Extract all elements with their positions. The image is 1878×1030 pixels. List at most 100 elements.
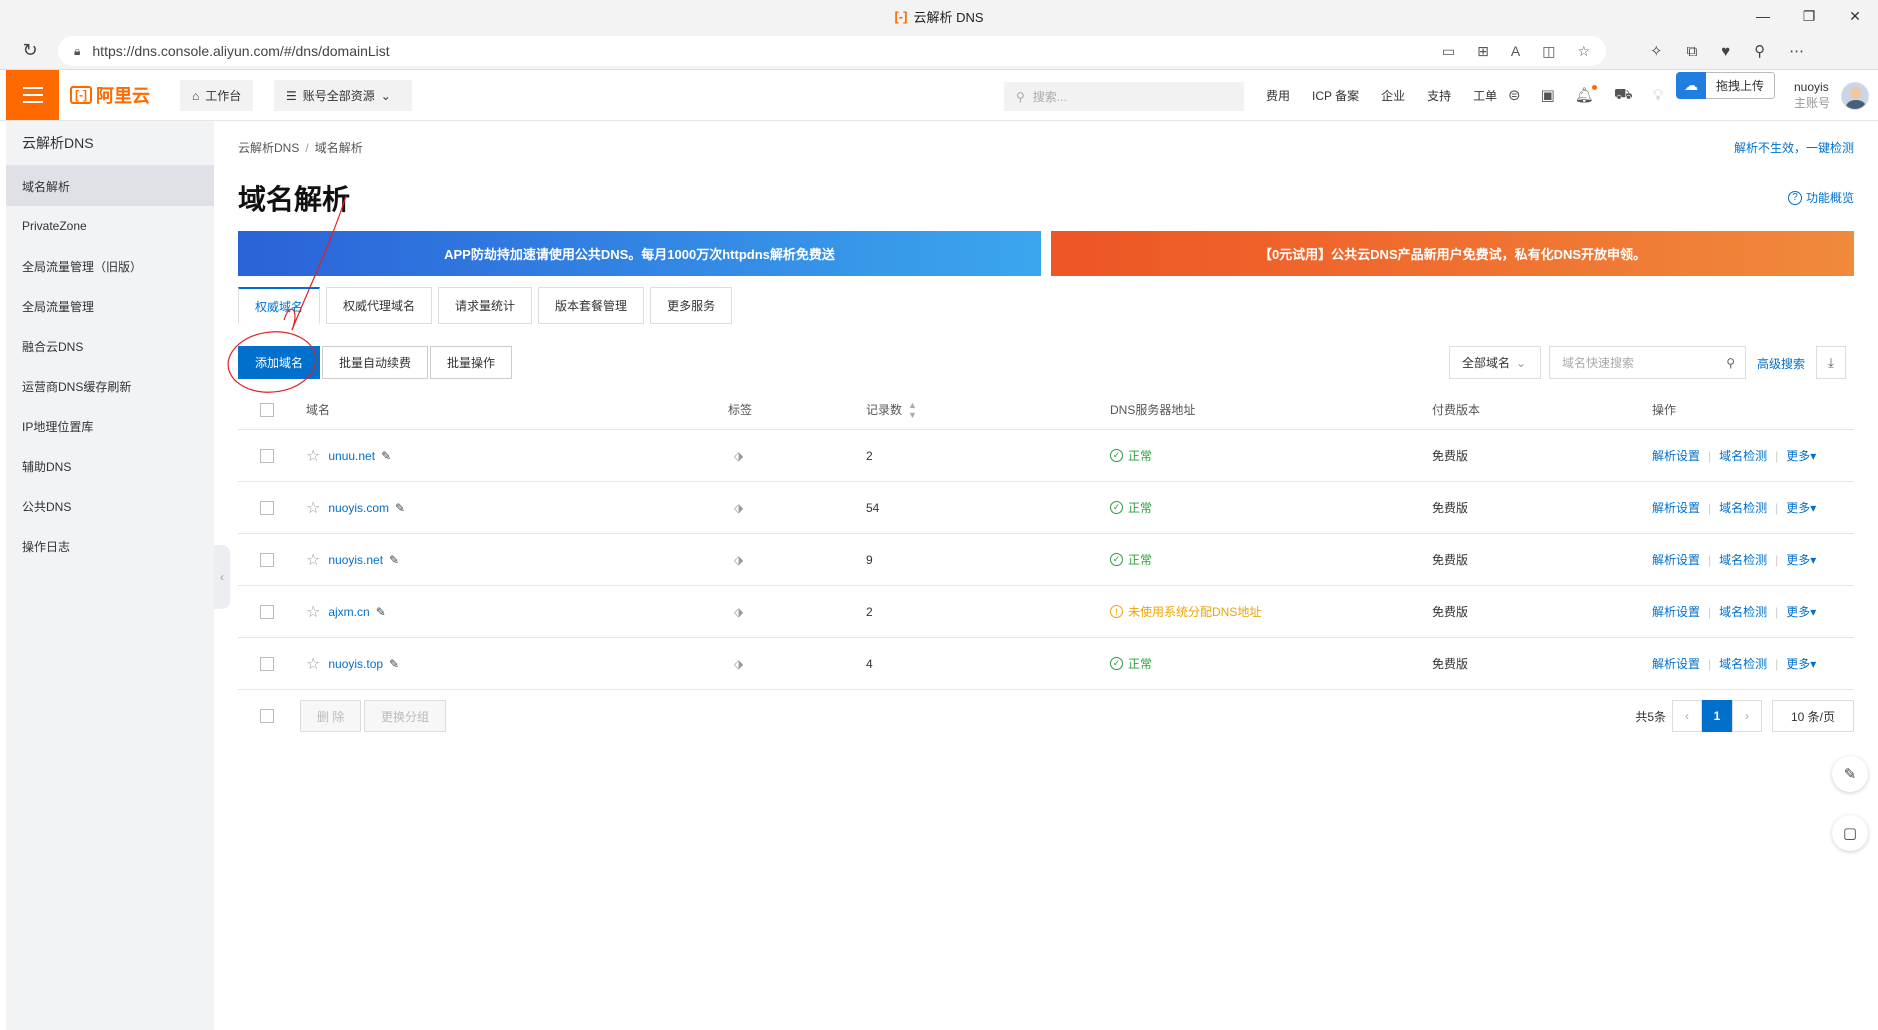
domain-check-link[interactable]: 域名检测 [1719,447,1767,464]
edit-icon[interactable]: ✎ [389,657,399,671]
sidebar-item-privatezone[interactable]: PrivateZone [6,206,214,246]
more-menu-icon[interactable]: ⋯ [1789,42,1804,60]
more-actions-dropdown[interactable]: 更多▾ [1786,499,1816,516]
app-available-icon[interactable]: ▭ [1442,43,1455,60]
more-actions-dropdown[interactable]: 更多▾ [1786,447,1816,464]
domain-check-link[interactable]: 域名检测 [1719,551,1767,568]
footer-select-checkbox[interactable] [260,709,274,723]
batch-ops-button[interactable]: 批量操作 [430,346,513,379]
profile-extension-icon[interactable]: ⚲ [1754,42,1765,60]
domain-filter-select[interactable]: 全部域名 ⌄ [1449,346,1541,379]
prev-page-button[interactable]: ‹ [1672,700,1702,732]
resolve-settings-link[interactable]: 解析设置 [1652,499,1700,516]
workbench-button[interactable]: ⌂ 工作台 [180,80,254,111]
download-icon[interactable]: ⤓ [1816,346,1846,379]
domain-link[interactable]: ajxm.cn [328,605,369,619]
edit-feedback-icon[interactable]: ✎ [1832,756,1868,792]
select-all-checkbox[interactable] [260,402,274,417]
page-size-select[interactable]: 10 条/页 [1772,700,1854,732]
more-actions-dropdown[interactable]: 更多▾ [1786,603,1816,620]
drag-upload-widget[interactable]: ☁ 拖拽上传 [1676,72,1776,99]
lightbulb-icon[interactable]: 💡︎ [1653,87,1664,104]
breadcrumb-item[interactable]: 云解析DNS [238,141,299,155]
tag-icon[interactable]: ⬗ [734,553,743,567]
close-button[interactable]: ✕ [1832,0,1878,32]
more-actions-dropdown[interactable]: 更多▾ [1786,551,1816,568]
domain-check-link[interactable]: 域名检测 [1719,603,1767,620]
column-header-sortable[interactable]: 记录数 ▲ ▼ [866,390,917,429]
change-group-button[interactable]: 更换分组 [364,700,447,732]
resolve-settings-link[interactable]: 解析设置 [1652,551,1700,568]
page-1-button[interactable]: 1 [1702,700,1732,732]
nav-link-icp[interactable]: ICP 备案 [1312,87,1359,104]
sidebar-item-domain-resolution[interactable]: 域名解析 [6,166,214,206]
sidebar-item-gtm[interactable]: 全局流量管理 [6,286,214,326]
star-icon[interactable]: ☆ [306,550,320,570]
one-click-check-link[interactable]: 解析不生效，一键检测 [1734,139,1854,156]
nav-link-enterprise[interactable]: 企业 [1381,87,1405,104]
public-dns-banner[interactable]: APP防劫持加速请使用公共DNS。每月1000万次httpdns解析免费送 [238,231,1041,276]
resolve-settings-link[interactable]: 解析设置 [1652,603,1700,620]
sidebar-item-secondary-dns[interactable]: 辅助DNS [6,446,214,486]
domain-check-link[interactable]: 域名检测 [1719,499,1767,516]
minimize-button[interactable]: — [1740,0,1786,32]
service-icon[interactable]: ⊜ [1508,86,1521,104]
user-info[interactable]: nuoyis 主账号 [1794,79,1830,111]
domain-search-input[interactable]: 域名快速搜索 ⚲ [1549,346,1746,379]
tag-icon[interactable]: ⬗ [734,657,743,671]
menu-icon[interactable] [6,70,59,120]
row-checkbox[interactable] [260,552,274,567]
resolve-settings-link[interactable]: 解析设置 [1652,655,1700,672]
reload-icon[interactable]: ↻ [10,40,50,61]
extension-puzzle-icon[interactable]: ✧ [1650,42,1663,60]
aliyun-brand[interactable]: [-] 阿里云 [70,83,150,107]
domain-link[interactable]: nuoyis.net [328,553,383,567]
domain-link[interactable]: unuu.net [328,449,375,463]
row-checkbox[interactable] [260,604,274,619]
free-trial-banner[interactable]: 【0元试用】公共云DNS产品新用户免费试，私有化DNS开放申领。 [1051,231,1854,276]
feature-overview-link[interactable]: ? 功能概览 [1787,189,1854,206]
sidebar-item-ip-geo[interactable]: IP地理位置库 [6,406,214,446]
tag-icon[interactable]: ⬗ [734,501,743,515]
tab-more-services[interactable]: 更多服务 [650,287,733,324]
collections-icon[interactable]: ⧉ [1687,43,1698,60]
cart-icon[interactable]: ⛟ [1614,86,1633,105]
edit-icon[interactable]: ✎ [381,449,391,463]
resources-dropdown[interactable]: ☰ 账号全部资源 ⌄ [274,80,412,111]
split-screen-icon[interactable]: ◫ [1542,43,1555,60]
resolve-settings-link[interactable]: 解析设置 [1652,447,1700,464]
url-field[interactable]: 🔒︎ https://dns.console.aliyun.com/#/dns/… [58,36,1606,66]
edit-icon[interactable]: ✎ [376,605,386,619]
nav-link-ticket[interactable]: 工单 [1473,87,1497,104]
maximize-button[interactable]: ❐ [1786,0,1832,32]
lock-icon[interactable]: 🔒︎ [74,44,80,59]
star-icon[interactable]: ☆ [306,446,320,466]
terminal-icon[interactable]: ▣ [1541,86,1555,104]
nav-link-support[interactable]: 支持 [1427,87,1451,104]
edit-icon[interactable]: ✎ [389,553,399,567]
browser-essentials-icon[interactable]: ♥ [1721,43,1730,60]
favorite-star-icon[interactable]: ☆ [1577,43,1590,60]
batch-renew-button[interactable]: 批量自动续费 [322,346,429,379]
read-aloud-icon[interactable]: A [1511,43,1520,59]
nav-link-billing[interactable]: 费用 [1266,87,1290,104]
row-checkbox[interactable] [260,656,274,671]
row-checkbox[interactable] [260,500,274,515]
domain-link[interactable]: nuoyis.top [328,657,383,671]
tab-request-stats[interactable]: 请求量统计 [438,287,533,324]
sidebar-item-hybrid-dns[interactable]: 融合云DNS [6,326,214,366]
tab-authoritative-domains[interactable]: 权威域名 [238,287,321,324]
edit-icon[interactable]: ✎ [395,501,405,515]
extensions-grid-icon[interactable]: ⊞ [1477,43,1489,60]
star-icon[interactable]: ☆ [306,654,320,674]
more-actions-dropdown[interactable]: 更多▾ [1786,655,1816,672]
sidebar-item-gtm-legacy[interactable]: 全局流量管理（旧版） [6,246,214,286]
tab-plan-management[interactable]: 版本套餐管理 [538,287,645,324]
star-icon[interactable]: ☆ [306,602,320,622]
sidebar-item-operation-log[interactable]: 操作日志 [6,526,214,566]
search-icon[interactable]: ⚲ [1726,356,1735,370]
notification-bell-icon[interactable]: 🔔︎ [1575,85,1597,104]
sidebar-item-public-dns[interactable]: 公共DNS [6,486,214,526]
sidebar-collapse-button[interactable]: ‹ [214,545,230,609]
sidebar-item-isp-cache-refresh[interactable]: 运营商DNS缓存刷新 [6,366,214,406]
